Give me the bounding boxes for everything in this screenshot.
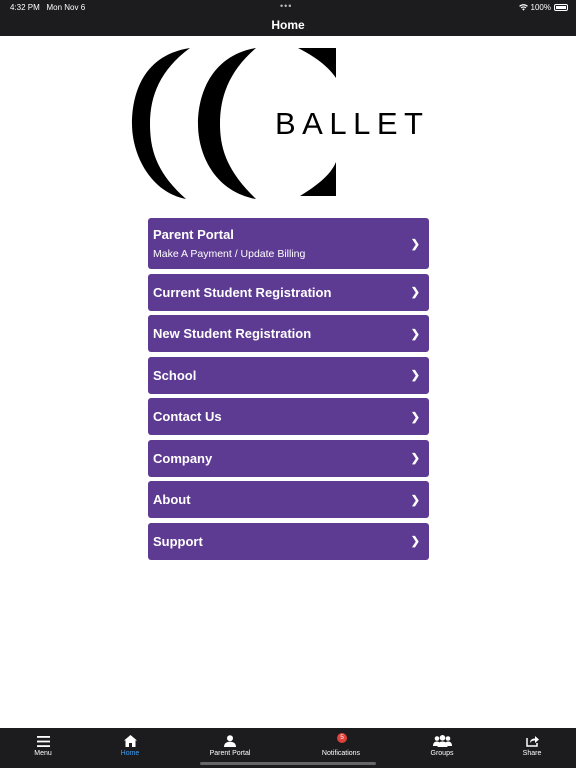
- menu-item-label: New Student Registration: [153, 326, 312, 341]
- menu-item-label: School: [153, 367, 197, 383]
- menu-item-label: About: [153, 492, 191, 507]
- menu-item-company[interactable]: Company ❯: [148, 439, 429, 477]
- tab-label: Notifications: [321, 750, 361, 757]
- chevron-right-icon: ❯: [410, 328, 420, 340]
- tab-notifications[interactable]: 5 Notifications: [301, 733, 381, 757]
- tab-share[interactable]: Share: [492, 734, 572, 757]
- tab-label: Share: [522, 750, 542, 757]
- status-right: 100%: [518, 3, 568, 12]
- home-indicator: [200, 762, 376, 765]
- chevron-right-icon: ❯: [410, 535, 420, 548]
- menu-item-label: Contact Us: [153, 409, 222, 424]
- chevron-right-icon: ❯: [410, 411, 420, 423]
- menu-item-support[interactable]: Support ❯: [148, 522, 429, 560]
- menu-item-label: Support: [153, 533, 203, 549]
- menu-item-label: Company: [153, 450, 213, 466]
- chevron-right-icon: ❯: [410, 369, 420, 382]
- status-time: 4:32 PM Mon Nov 6: [10, 3, 86, 12]
- battery-percent: 100%: [530, 3, 551, 12]
- tab-bar: Menu Home Parent Portal 5 Notifications …: [0, 728, 576, 768]
- chevron-right-icon: ❯: [410, 238, 420, 250]
- person-icon: [190, 734, 270, 748]
- tab-parent-portal[interactable]: Parent Portal: [190, 734, 270, 757]
- wifi-icon: [518, 4, 528, 11]
- menu-item-sublabel: Make A Payment / Update Billing: [153, 248, 306, 260]
- menu-item-label: Parent Portal: [153, 227, 234, 242]
- menu-item-current-student-registration[interactable]: Current Student Registration ❯: [148, 273, 429, 311]
- tab-label: Home: [120, 750, 140, 757]
- tab-label: Menu: [34, 750, 52, 757]
- hamburger-icon: [3, 734, 83, 748]
- logo-wordmark: BALLET: [275, 106, 429, 141]
- page-title: Home: [0, 14, 576, 36]
- cc-ballet-logo: BALLET: [132, 48, 429, 199]
- menu-item-parent-portal[interactable]: Parent Portal Make A Payment / Update Bi…: [148, 218, 429, 269]
- menu-item-school[interactable]: School ❯: [148, 356, 429, 394]
- tab-home[interactable]: Home: [90, 734, 170, 757]
- chevron-right-icon: ❯: [410, 286, 420, 299]
- groups-icon: [402, 734, 482, 748]
- status-bar: 4:32 PM Mon Nov 6 ••• 100%: [0, 0, 576, 14]
- menu-item-new-student-registration[interactable]: New Student Registration ❯: [148, 315, 429, 352]
- battery-icon: [554, 4, 568, 11]
- home-icon: [90, 734, 170, 748]
- share-icon: [492, 734, 572, 748]
- menu-item-label: Current Student Registration: [153, 284, 332, 300]
- tab-label: Groups: [430, 750, 454, 757]
- main-menu: Parent Portal Make A Payment / Update Bi…: [148, 218, 429, 564]
- tab-groups[interactable]: Groups: [402, 734, 482, 757]
- tab-label: Parent Portal: [209, 750, 251, 757]
- menu-item-contact-us[interactable]: Contact Us ❯: [148, 398, 429, 435]
- notification-badge: 5: [337, 733, 347, 743]
- chevron-right-icon: ❯: [410, 452, 420, 465]
- chevron-right-icon: ❯: [410, 494, 420, 506]
- tab-menu[interactable]: Menu: [3, 734, 83, 757]
- menu-item-about[interactable]: About ❯: [148, 481, 429, 518]
- multitasking-dots-icon[interactable]: •••: [280, 1, 292, 11]
